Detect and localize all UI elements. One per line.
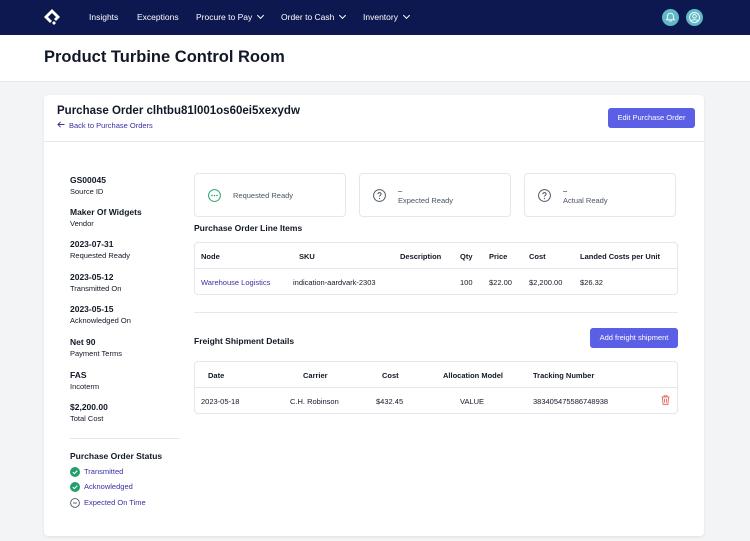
bell-icon (665, 12, 676, 22)
meta-requested-ready: 2023-07-31 Requested Ready (70, 239, 131, 260)
column-header: Qty (460, 252, 473, 261)
meta-payment-terms: Net 90 Payment Terms (70, 337, 122, 358)
meta-incoterm: FAS Incoterm (70, 370, 100, 391)
sku-cell: indication-aardvark-2303 (293, 278, 376, 287)
requested-ready-label: Requested Ready (233, 191, 294, 200)
meta-vendor: Maker Of Widgets Vendor (70, 207, 142, 228)
meta-source-id: GS00045 Source ID (70, 175, 106, 196)
column-header: Node (201, 252, 220, 261)
freight-table: Date Carrier Cost Allocation Model Track… (194, 361, 678, 414)
page-header: Product Turbine Control Room (0, 35, 750, 82)
table-header: Node SKU Description Qty Price Cost Land… (195, 243, 677, 269)
allocation-model-cell: VALUE (460, 397, 485, 406)
page-title: Product Turbine Control Room (44, 48, 285, 66)
column-header: Cost (529, 252, 546, 261)
date-cell: 2023-05-18 (201, 397, 240, 406)
line-items-title: Purchase Order Line Items (194, 223, 303, 233)
column-header: Landed Costs per Unit (580, 252, 661, 261)
status-acknowledged: Acknowledged (70, 482, 133, 492)
nav-inventory[interactable]: Inventory (363, 0, 411, 35)
nav-procure-to-pay[interactable]: Procure to Pay (196, 0, 265, 35)
requested-ready-card: Requested Ready (194, 173, 346, 217)
actual-ready-card: – Actual Ready (524, 173, 676, 217)
cost-cell: $432.45 (376, 397, 404, 406)
line-items-table: Node SKU Description Qty Price Cost Land… (194, 242, 678, 295)
arrow-left-icon (57, 121, 65, 128)
user-avatar[interactable] (686, 9, 703, 26)
column-header: SKU (299, 252, 315, 261)
question-circle-icon (373, 189, 386, 202)
chevron-down-icon (339, 11, 347, 20)
meta-total-cost: $2,200.00 Total Cost (70, 402, 108, 423)
column-header: Cost (382, 371, 399, 380)
column-header: Carrier (303, 371, 328, 380)
status-expected-on-time: Expected On Time (70, 498, 146, 508)
chevron-down-icon (402, 11, 411, 20)
divider (194, 312, 678, 313)
check-circle-icon (70, 482, 80, 492)
column-header: Allocation Model (443, 371, 503, 380)
po-status-title: Purchase Order Status (70, 451, 163, 461)
edit-purchase-order-button[interactable]: Edit Purchase Order (608, 108, 695, 128)
expected-ready-card: – Expected Ready (359, 173, 511, 217)
column-header: Date (208, 371, 225, 380)
qty-cell: 100 (460, 278, 473, 287)
node-link[interactable]: Warehouse Logistics (201, 278, 270, 287)
dots-circle-icon (208, 189, 221, 202)
divider (44, 141, 704, 142)
question-circle-icon (538, 189, 551, 202)
actual-ready-label: Actual Ready (563, 196, 608, 205)
column-header: Description (400, 252, 442, 261)
status-transmitted: Transmitted (70, 467, 123, 477)
check-circle-icon (70, 467, 80, 477)
actual-ready-value: – (563, 186, 568, 195)
meta-transmitted-on: 2023-05-12 Transmitted On (70, 272, 122, 293)
price-cell: $22.00 (489, 278, 512, 287)
minus-circle-icon (70, 498, 80, 508)
trash-icon[interactable] (661, 395, 670, 405)
purchase-order-card: Purchase Order clhtbu81l001os60ei5xexydw… (44, 95, 704, 536)
expected-ready-label: Expected Ready (398, 196, 454, 205)
freight-title: Freight Shipment Details (194, 336, 295, 346)
logo-icon[interactable] (43, 8, 61, 26)
carrier-cell: C.H. Robinson (290, 397, 339, 406)
nav-order-to-cash[interactable]: Order to Cash (281, 0, 347, 35)
table-header: Date Carrier Cost Allocation Model Track… (195, 362, 677, 388)
chevron-down-icon (257, 11, 265, 20)
top-nav: Insights Exceptions Procure to Pay Order… (0, 0, 750, 35)
user-icon (689, 12, 700, 23)
add-freight-shipment-button[interactable]: Add freight shipment (590, 328, 678, 348)
cost-cell: $2,200.00 (529, 278, 563, 287)
column-header: Tracking Number (533, 371, 595, 380)
tracking-number-cell: 383405475586748938 (533, 397, 609, 406)
notifications-button[interactable] (662, 9, 679, 26)
landed-cost-cell: $26.32 (580, 278, 603, 287)
nav-exceptions[interactable]: Exceptions (137, 0, 179, 35)
meta-acknowledged-on: 2023-05-15 Acknowledged On (70, 304, 131, 325)
divider (70, 438, 180, 439)
expected-ready-value: – (398, 186, 403, 195)
back-to-purchase-orders-link[interactable]: Back to Purchase Orders (57, 121, 153, 130)
po-title: Purchase Order clhtbu81l001os60ei5xexydw (57, 105, 300, 117)
nav-insights[interactable]: Insights (89, 0, 118, 35)
column-header: Price (489, 252, 508, 261)
